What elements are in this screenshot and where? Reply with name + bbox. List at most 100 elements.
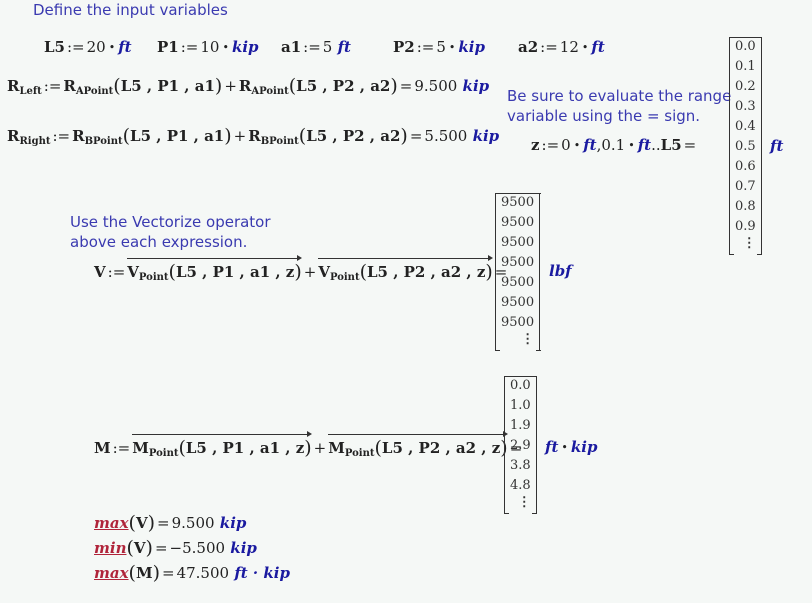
- var-name: a1: [281, 38, 302, 56]
- range-separator: ..: [651, 136, 661, 154]
- equals-op: =: [683, 136, 697, 154]
- function-name: R: [63, 77, 76, 95]
- range-unit: ft: [637, 136, 652, 154]
- matrix-cell: 0.0: [735, 39, 756, 54]
- input-L5[interactable]: L5:= 20 • ft: [44, 38, 132, 56]
- lhs-symbol: R: [7, 77, 20, 95]
- assign-op: :=: [52, 127, 71, 145]
- reaction-right-expression[interactable]: RRight:= RBPoint(L5 , P1 , a1) + RBPoint(L5…: [7, 125, 499, 147]
- lhs-symbol: V: [94, 263, 106, 281]
- var-value: 5: [436, 38, 446, 56]
- vectorize-operator: VPoint(L5 , P1 , a1 , z): [127, 255, 303, 283]
- range-definition[interactable]: z:= 0 • ft,0.1 • ft..L5 =: [531, 136, 698, 154]
- function-name: M: [328, 439, 345, 457]
- matrix-cell: 0.6: [735, 159, 756, 174]
- var-unit: kip: [458, 38, 485, 56]
- function-args: L5 , P1 , a1: [130, 127, 225, 145]
- result-unit: kip: [230, 539, 257, 557]
- var-name: a2: [518, 38, 539, 56]
- matrix-cell: 1.9: [510, 418, 531, 433]
- builtin-function: min: [94, 539, 127, 557]
- function-args: L5 , P1 , a1 , z: [185, 439, 305, 457]
- function-args: L5 , P2 , a2: [296, 77, 391, 95]
- input-P2[interactable]: P2:= 5 • kip: [393, 38, 485, 56]
- function-name: V: [127, 263, 139, 281]
- matrix-cell: 1.0: [510, 398, 531, 413]
- result-unit: kip: [472, 127, 500, 145]
- multiply-dot: •: [628, 139, 635, 152]
- var-value: 10: [200, 38, 220, 56]
- result-value: 5.500: [424, 127, 468, 145]
- matrix-cell: 9500: [501, 315, 535, 330]
- lhs-subscript: Right: [19, 136, 51, 147]
- reaction-left-expression[interactable]: RLeft:= RAPoint(L5 , P1 , a1) + RAPoint(L5 …: [7, 75, 489, 97]
- matrix-cell: 3.8: [510, 458, 531, 473]
- var-unit: ft: [337, 38, 351, 56]
- assign-op: :=: [43, 77, 62, 95]
- function-name: R: [238, 77, 252, 95]
- vectorize-operator: MPoint(L5 , P2 , a2 , z): [328, 431, 509, 459]
- range-hint-note[interactable]: Be sure to evaluate the range variable u…: [507, 86, 731, 126]
- assign-op: :=: [540, 38, 558, 56]
- moment-result-matrix[interactable]: 0.0 1.0 1.9 2.9 3.8 4.8 ⋮: [503, 376, 538, 514]
- function-args: L5 , P1 , a1 , z: [175, 263, 295, 281]
- range-result-unit: ft: [770, 137, 784, 155]
- shear-result-matrix[interactable]: 9500 9500 9500 9500 9500 9500 9500 ⋮: [494, 193, 541, 351]
- matrix-cell: 0.5: [735, 139, 756, 154]
- assign-op: :=: [303, 38, 321, 56]
- function-subscript: Point: [148, 448, 179, 459]
- matrix-cell: 9500: [501, 275, 535, 290]
- assign-op: :=: [66, 38, 85, 56]
- function-subscript: BPoint: [260, 136, 299, 147]
- plus-op: +: [224, 77, 237, 95]
- matrix-cell: 0.3: [735, 99, 756, 114]
- var-value: 20: [86, 38, 106, 56]
- moment-expression[interactable]: M:= MPoint(L5 , P1 , a1 , z) + MPoint(L5 , …: [94, 431, 524, 459]
- equals-op: =: [162, 564, 175, 582]
- range-unit: ft: [583, 136, 597, 154]
- assign-op: :=: [416, 38, 435, 56]
- input-a2[interactable]: a2:= 12 • ft: [518, 38, 605, 56]
- matrix-cell: 9500: [501, 235, 535, 250]
- result-value: −5.500: [169, 539, 226, 557]
- equals-op: =: [409, 127, 423, 145]
- note-line: variable using the = sign.: [507, 107, 701, 125]
- matrix-cell: 0.7: [735, 179, 756, 194]
- plus-op: +: [313, 439, 327, 457]
- range-result-matrix[interactable]: 0.0 0.1 0.2 0.3 0.4 0.5 0.6 0.7 0.8 0.9 …: [728, 37, 763, 255]
- define-inputs-note[interactable]: Define the input variables: [33, 0, 228, 20]
- lhs-symbol: R: [7, 127, 20, 145]
- function-args: L5 , P2 , a2: [306, 127, 401, 145]
- matrix-ellipsis: ⋮: [521, 332, 535, 347]
- summary-max-M[interactable]: max(M) = 47.500 ft · kip: [94, 562, 290, 584]
- input-P1[interactable]: P1:= 10 • kip: [157, 38, 259, 56]
- note-line: Be sure to evaluate the range: [507, 87, 732, 105]
- shear-expression[interactable]: V:= VPoint(L5 , P1 , a1 , z) + VPoint(L5 , …: [94, 255, 509, 283]
- function-subscript: BPoint: [84, 136, 123, 147]
- assign-op: :=: [180, 38, 199, 56]
- function-args: L5 , P2 , a2 , z: [381, 439, 501, 457]
- input-a1[interactable]: a1:= 5 ft: [281, 38, 351, 56]
- result-unit: kip: [462, 77, 490, 95]
- matrix-cell: 9500: [501, 215, 535, 230]
- equals-op: =: [157, 514, 170, 532]
- matrix-cell: 9500: [501, 255, 535, 270]
- vectorize-hint-note[interactable]: Use the Vectorize operator above each ex…: [70, 212, 271, 252]
- lhs-symbol: M: [94, 439, 111, 457]
- function-subscript: APoint: [251, 86, 289, 97]
- multiply-dot: •: [448, 41, 456, 54]
- result-unit: kip: [219, 514, 247, 532]
- function-subscript: APoint: [75, 86, 114, 97]
- var-name: P2: [393, 38, 415, 56]
- equals-op: =: [154, 539, 168, 557]
- function-subscript: Point: [344, 448, 375, 459]
- function-args: L5 , P1 , a1: [120, 77, 215, 95]
- summary-min-V[interactable]: min(V) = −5.500 kip: [94, 537, 257, 559]
- summary-max-V[interactable]: max(V) = 9.500 kip: [94, 512, 246, 534]
- moment-result-unit: ft • kip: [545, 438, 597, 456]
- note-line: Use the Vectorize operator: [70, 213, 271, 231]
- function-name: M: [132, 439, 149, 457]
- assign-op: :=: [107, 263, 126, 281]
- assign-op: :=: [112, 439, 131, 457]
- multiply-dot: •: [222, 41, 229, 54]
